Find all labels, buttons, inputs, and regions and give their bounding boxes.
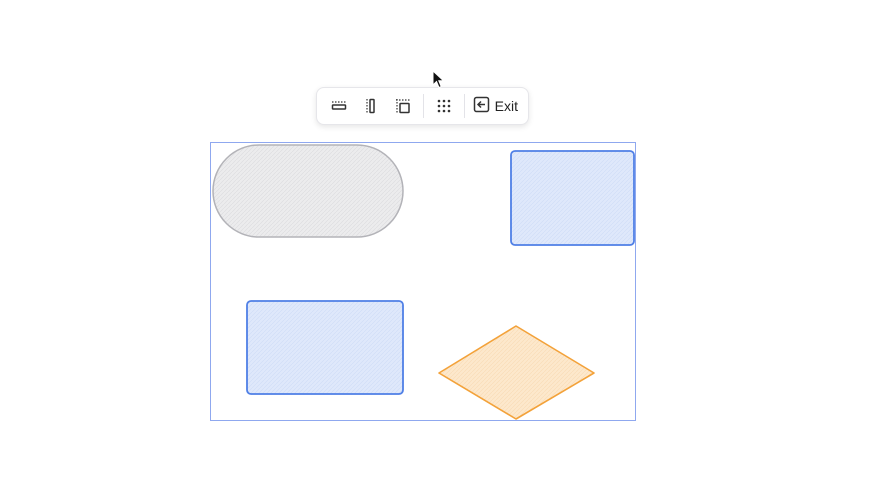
stadium-shape[interactable]	[212, 144, 404, 238]
diagram-canvas[interactable]: Exit	[0, 0, 878, 502]
rectangle-shape-bottom[interactable]	[246, 300, 404, 395]
mouse-cursor-icon	[432, 69, 446, 95]
rectangle-shape-top[interactable]	[510, 150, 635, 246]
diamond-shape[interactable]	[438, 325, 595, 420]
